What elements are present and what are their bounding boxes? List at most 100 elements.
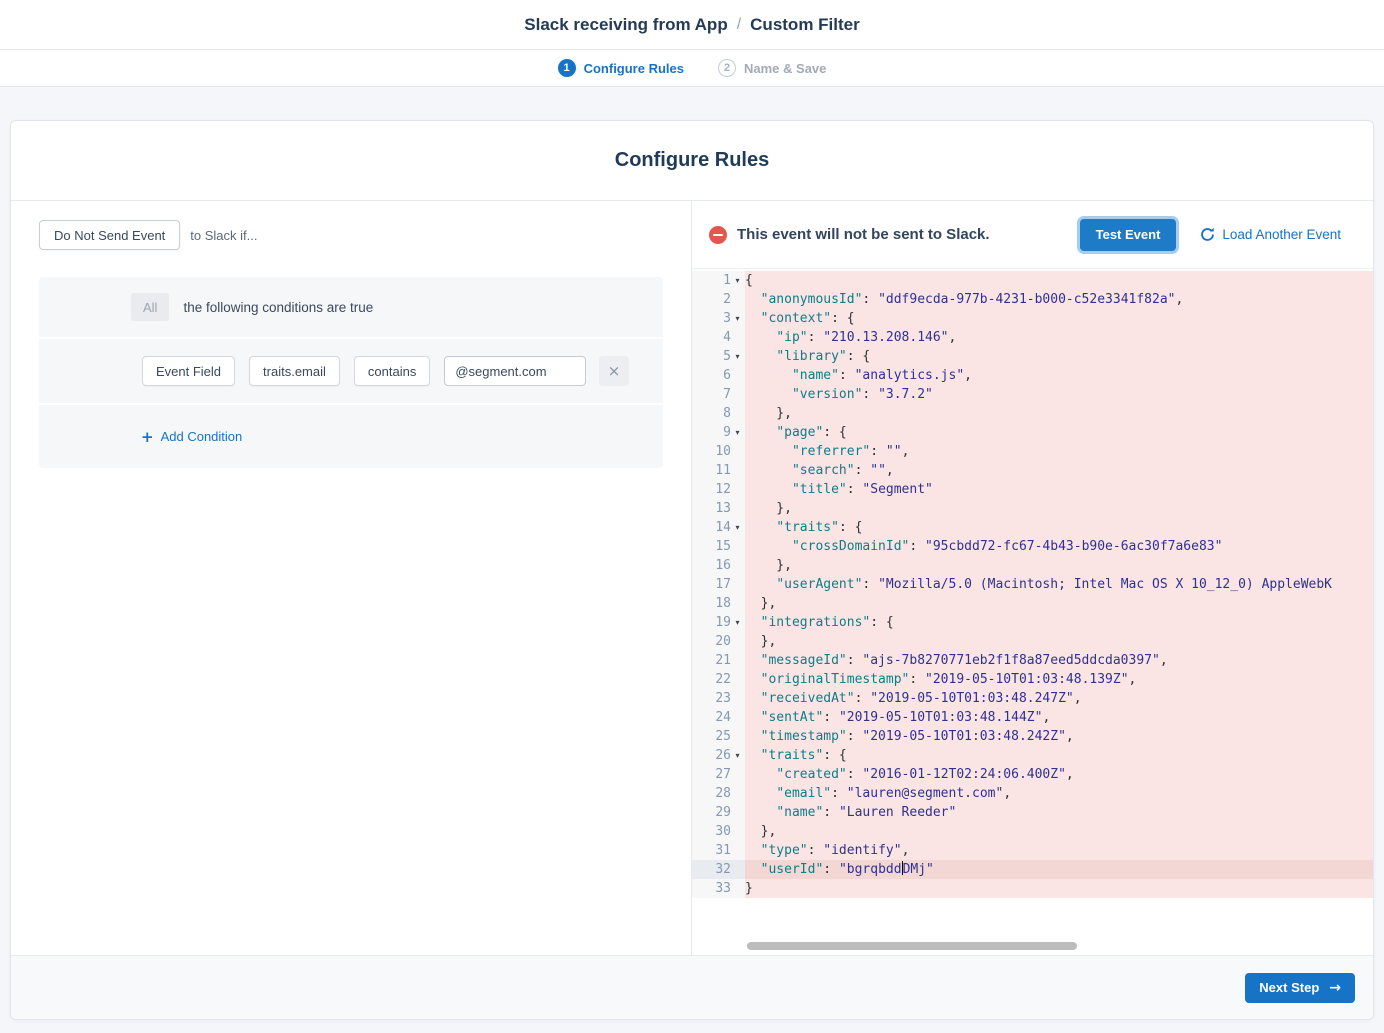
preview-status-text: This event will not be sent to Slack. <box>737 226 990 243</box>
condition-field-select[interactable]: traits.email <box>249 356 340 386</box>
line-number: 5 <box>723 349 731 364</box>
line-number: 28 <box>715 786 731 801</box>
editor-code[interactable]: { "anonymousId": "ddf9ecda-977b-4231-b00… <box>745 269 1373 955</box>
load-another-event-button[interactable]: Load Another Event <box>1200 227 1341 242</box>
line-number: 31 <box>715 843 731 858</box>
plus-icon: + <box>141 428 154 446</box>
code-line[interactable]: "userId": "bgrqbddDMj" <box>745 860 1373 879</box>
step-1-label: Configure Rules <box>584 61 684 76</box>
refresh-icon <box>1200 227 1215 242</box>
test-event-button[interactable]: Test Event <box>1080 219 1177 251</box>
gutter-line: 11 <box>692 461 745 480</box>
filter-action-button[interactable]: Do Not Send Event <box>39 220 180 250</box>
code-line[interactable]: "name": "analytics.js", <box>745 366 1373 385</box>
configure-rules-card: Configure Rules Do Not Send Event to Sla… <box>10 120 1374 1020</box>
code-line[interactable]: "ip": "210.13.208.146", <box>745 328 1373 347</box>
next-step-button[interactable]: Next Step → <box>1245 973 1355 1003</box>
gutter-line: 19▾ <box>692 613 745 632</box>
fold-arrow-icon[interactable]: ▾ <box>731 618 744 627</box>
gutter-line: 14▾ <box>692 518 745 537</box>
line-number: 14 <box>715 520 731 535</box>
line-number: 24 <box>715 710 731 725</box>
gutter-line: 25 <box>692 727 745 746</box>
gutter-line: 21 <box>692 651 745 670</box>
line-number: 25 <box>715 729 731 744</box>
fold-arrow-icon[interactable]: ▾ <box>731 523 744 532</box>
code-line[interactable]: "messageId": "ajs-7b8270771eb2f1f8a87eed… <box>745 651 1373 670</box>
operator-row: All the following conditions are true <box>39 277 663 339</box>
code-line[interactable]: }, <box>745 632 1373 651</box>
code-line[interactable]: "referrer": "", <box>745 442 1373 461</box>
code-line[interactable]: { <box>745 271 1373 290</box>
step-configure-rules[interactable]: 1 Configure Rules <box>558 59 684 77</box>
condition-value-input[interactable] <box>444 356 586 386</box>
code-line[interactable]: "page": { <box>745 423 1373 442</box>
gutter-line: 8 <box>692 404 745 423</box>
gutter-line: 27 <box>692 765 745 784</box>
breadcrumb-current: Custom Filter <box>750 15 860 35</box>
condition-type-select[interactable]: Event Field <box>142 356 235 386</box>
line-number: 27 <box>715 767 731 782</box>
line-number: 3 <box>723 311 731 326</box>
fold-arrow-icon[interactable]: ▾ <box>731 276 744 285</box>
condition-group: All the following conditions are true Ev… <box>39 277 663 468</box>
code-line[interactable]: "timestamp": "2019-05-10T01:03:48.242Z", <box>745 727 1373 746</box>
condition-operator-select[interactable]: contains <box>354 356 430 386</box>
gutter-line: 23 <box>692 689 745 708</box>
remove-condition-button[interactable]: × <box>599 356 629 386</box>
code-line[interactable]: }, <box>745 822 1373 841</box>
gutter-line: 22 <box>692 670 745 689</box>
code-line[interactable]: "sentAt": "2019-05-10T01:03:48.144Z", <box>745 708 1373 727</box>
line-number: 13 <box>715 501 731 516</box>
code-line[interactable]: "created": "2016-01-12T02:24:06.400Z", <box>745 765 1373 784</box>
code-line[interactable]: "receivedAt": "2019-05-10T01:03:48.247Z"… <box>745 689 1373 708</box>
line-number: 9 <box>723 425 731 440</box>
code-line[interactable]: "context": { <box>745 309 1373 328</box>
fold-arrow-icon[interactable]: ▾ <box>731 751 744 760</box>
code-line[interactable]: "originalTimestamp": "2019-05-10T01:03:4… <box>745 670 1373 689</box>
code-line[interactable]: "version": "3.7.2" <box>745 385 1373 404</box>
gutter-line: 18 <box>692 594 745 613</box>
fold-arrow-icon[interactable]: ▾ <box>731 314 744 323</box>
event-preview-panel: This event will not be sent to Slack. Te… <box>692 201 1373 955</box>
code-line[interactable]: "library": { <box>745 347 1373 366</box>
code-line[interactable]: }, <box>745 594 1373 613</box>
code-line[interactable]: "traits": { <box>745 746 1373 765</box>
fold-arrow-icon[interactable]: ▾ <box>731 352 744 361</box>
next-step-label: Next Step <box>1259 980 1319 995</box>
line-number: 6 <box>723 368 731 383</box>
horizontal-scrollbar[interactable] <box>747 942 1077 950</box>
json-editor[interactable]: 1▾23▾45▾6789▾1011121314▾1516171819▾20212… <box>692 269 1373 955</box>
close-icon: × <box>608 362 621 380</box>
line-number: 26 <box>715 748 731 763</box>
code-line[interactable]: "integrations": { <box>745 613 1373 632</box>
code-line[interactable]: "search": "", <box>745 461 1373 480</box>
add-condition-button[interactable]: + Add Condition <box>141 428 242 446</box>
code-line[interactable]: }, <box>745 499 1373 518</box>
code-line[interactable]: "type": "identify", <box>745 841 1373 860</box>
step-name-save[interactable]: 2 Name & Save <box>718 59 826 77</box>
code-line[interactable]: } <box>745 879 1373 898</box>
card-footer: Next Step → <box>11 955 1373 1019</box>
code-line[interactable]: "userAgent": "Mozilla/5.0 (Macintosh; In… <box>745 575 1373 594</box>
code-line[interactable]: "anonymousId": "ddf9ecda-977b-4231-b000-… <box>745 290 1373 309</box>
code-line[interactable]: }, <box>745 556 1373 575</box>
code-line[interactable]: "title": "Segment" <box>745 480 1373 499</box>
operator-all-chip[interactable]: All <box>131 293 169 321</box>
line-number: 1 <box>723 273 731 288</box>
add-condition-label: Add Condition <box>161 429 243 444</box>
load-another-event-label: Load Another Event <box>1222 227 1341 242</box>
code-line[interactable]: }, <box>745 404 1373 423</box>
code-line[interactable]: "traits": { <box>745 518 1373 537</box>
line-number: 4 <box>723 330 731 345</box>
breadcrumb-source[interactable]: Slack receiving from App <box>524 15 727 35</box>
fold-arrow-icon[interactable]: ▾ <box>731 428 744 437</box>
gutter-line: 9▾ <box>692 423 745 442</box>
code-line[interactable]: "email": "lauren@segment.com", <box>745 784 1373 803</box>
line-number: 32 <box>715 862 731 877</box>
editor-gutter: 1▾23▾45▾6789▾1011121314▾1516171819▾20212… <box>692 269 745 955</box>
step-2-circle: 2 <box>718 59 736 77</box>
page-title: Configure Rules <box>11 121 1373 201</box>
code-line[interactable]: "crossDomainId": "95cbdd72-fc67-4b43-b90… <box>745 537 1373 556</box>
code-line[interactable]: "name": "Lauren Reeder" <box>745 803 1373 822</box>
